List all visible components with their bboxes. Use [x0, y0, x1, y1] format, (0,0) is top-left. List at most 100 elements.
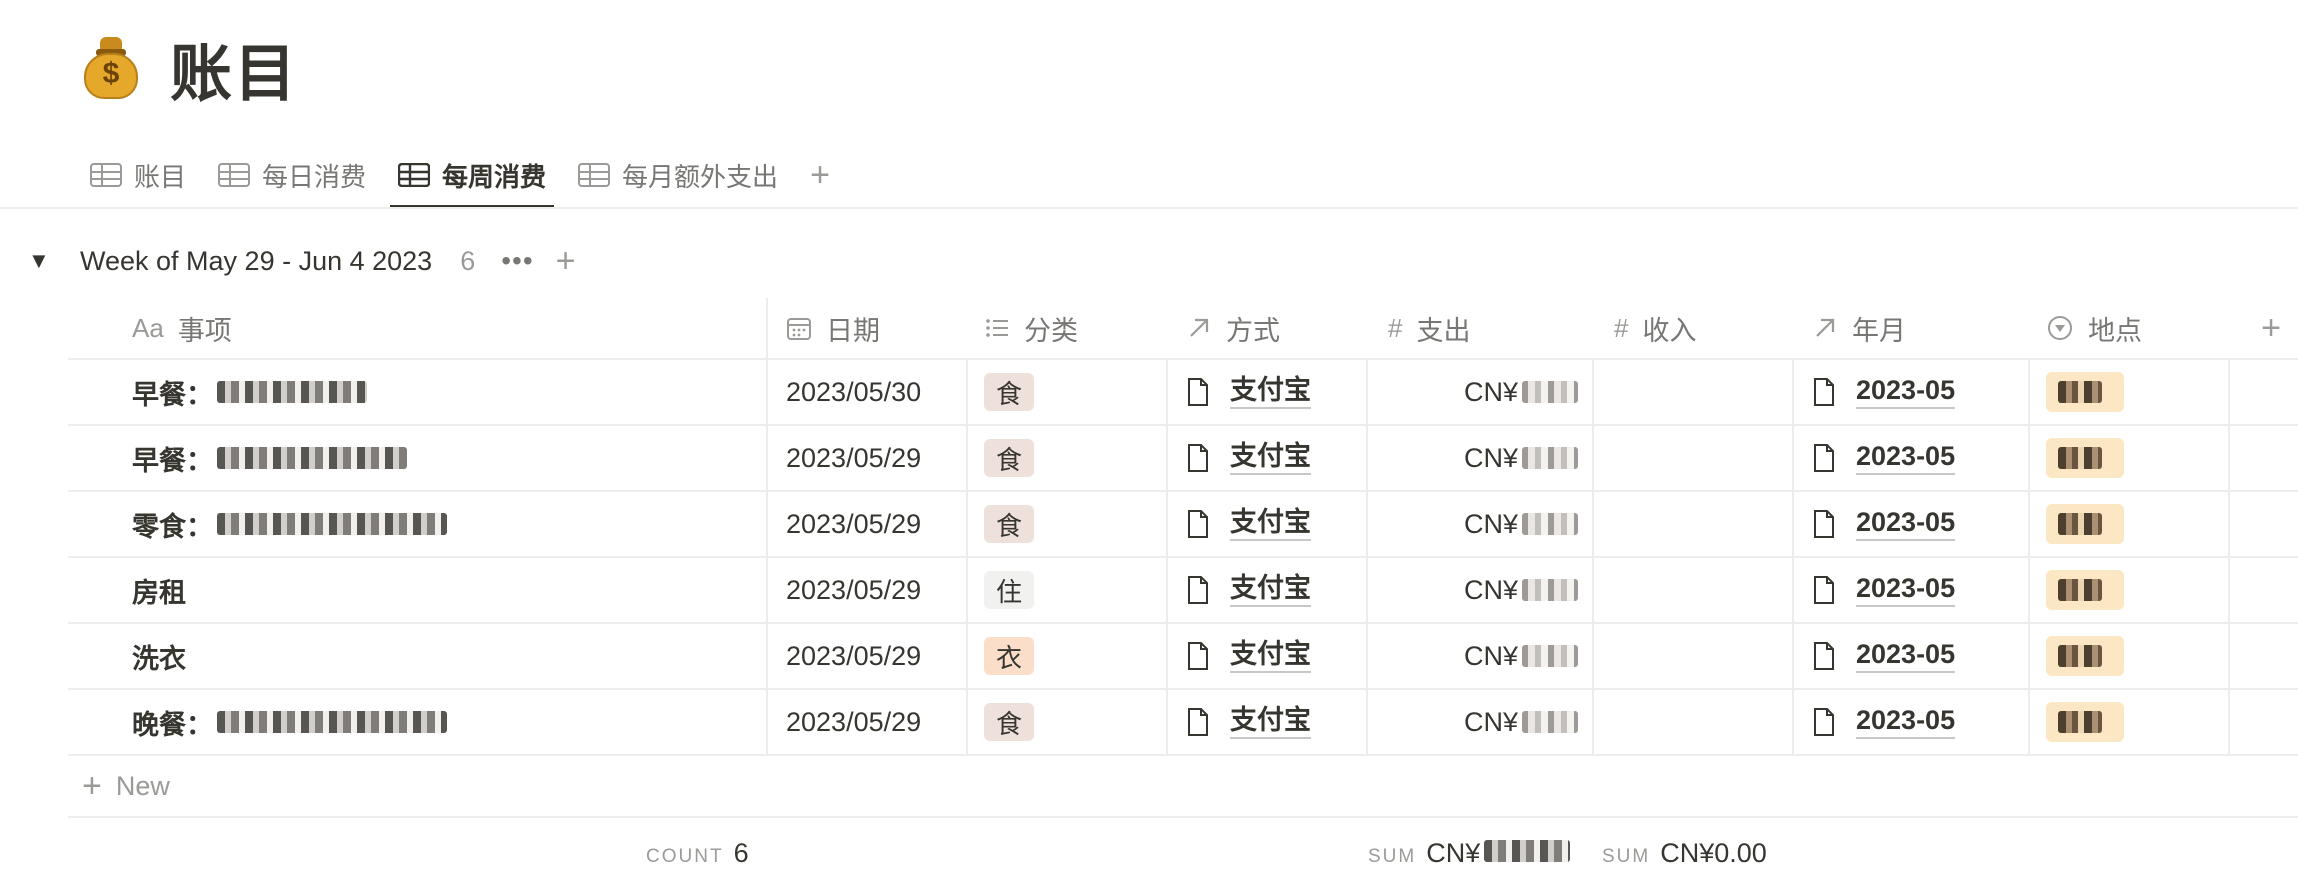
category-cell[interactable]: 住 — [968, 558, 1168, 622]
method-cell[interactable]: 支付宝 — [1168, 624, 1368, 688]
column-label: 分类 — [1024, 315, 1078, 346]
category-cell[interactable]: 衣 — [968, 624, 1168, 688]
location-cell[interactable] — [2030, 558, 2230, 622]
column-header-expense[interactable]: # 支出 — [1368, 298, 1594, 358]
yearmonth-cell[interactable]: 2023-05 — [1794, 690, 2030, 754]
yearmonth-link[interactable]: 2023-05 — [1856, 441, 1956, 475]
date-cell[interactable]: 2023/05/29 — [768, 558, 968, 622]
yearmonth-cell[interactable]: 2023-05 — [1794, 426, 2030, 490]
name-cell[interactable]: 早餐： — [68, 360, 768, 424]
tab-daily[interactable]: 每日消费 — [210, 142, 374, 208]
name-cell[interactable]: 洗衣 — [68, 624, 768, 688]
name-cell[interactable]: 零食： — [68, 492, 768, 556]
name-cell[interactable]: 房租 — [68, 558, 768, 622]
category-cell[interactable]: 食 — [968, 492, 1168, 556]
date-text: 2023/05/30 — [786, 376, 922, 407]
income-cell[interactable] — [1594, 558, 1794, 622]
yearmonth-link[interactable]: 2023-05 — [1856, 375, 1956, 409]
method-link[interactable]: 支付宝 — [1230, 375, 1311, 409]
calc-label: COUNT — [646, 846, 724, 867]
date-cell[interactable]: 2023/05/29 — [768, 492, 968, 556]
page-title[interactable]: 账目 — [170, 23, 298, 113]
add-view-button[interactable]: + — [802, 142, 838, 208]
column-header-name[interactable]: Aa 事项 — [68, 298, 768, 358]
table-row[interactable]: 早餐： 2023/05/29 食 支付宝 CN¥ 2023-05 — [68, 426, 2298, 492]
table-row[interactable]: 房租 2023/05/29 住 支付宝 CN¥ 2023-05 — [68, 558, 2298, 624]
yearmonth-cell[interactable]: 2023-05 — [1794, 624, 2030, 688]
add-property-button[interactable]: + — [2230, 298, 2298, 358]
expense-cell[interactable]: CN¥ — [1368, 558, 1594, 622]
money-bag-icon[interactable]: $ — [82, 35, 140, 101]
more-options-icon[interactable]: ••• — [501, 245, 533, 277]
yearmonth-cell[interactable]: 2023-05 — [1794, 558, 2030, 622]
yearmonth-link[interactable]: 2023-05 — [1856, 639, 1956, 673]
method-cell[interactable]: 支付宝 — [1168, 690, 1368, 754]
table-row[interactable]: 洗衣 2023/05/29 衣 支付宝 CN¥ 2023-05 — [68, 624, 2298, 690]
income-cell[interactable] — [1594, 360, 1794, 424]
expense-cell[interactable]: CN¥ — [1368, 690, 1594, 754]
method-cell[interactable]: 支付宝 — [1168, 558, 1368, 622]
location-cell[interactable] — [2030, 492, 2230, 556]
name-cell[interactable]: 晚餐： — [68, 690, 768, 754]
calc-value: 6 — [733, 838, 749, 868]
column-header-location[interactable]: 地点 — [2030, 298, 2230, 358]
expense-cell[interactable]: CN¥ — [1368, 426, 1594, 490]
expense-cell[interactable]: CN¥ — [1368, 624, 1594, 688]
tab-monthly-extra[interactable]: 每月额外支出 — [570, 142, 786, 208]
method-cell[interactable]: 支付宝 — [1168, 426, 1368, 490]
income-cell[interactable] — [1594, 624, 1794, 688]
yearmonth-cell[interactable]: 2023-05 — [1794, 360, 2030, 424]
date-cell[interactable]: 2023/05/29 — [768, 624, 968, 688]
new-row-button[interactable]: + New — [68, 756, 2298, 818]
method-link[interactable]: 支付宝 — [1230, 507, 1311, 541]
location-cell[interactable] — [2030, 360, 2230, 424]
method-link[interactable]: 支付宝 — [1230, 441, 1311, 475]
category-cell[interactable]: 食 — [968, 426, 1168, 490]
expense-sum-calculation[interactable]: SUM CN¥ — [1368, 838, 1571, 869]
location-cell[interactable] — [2030, 690, 2230, 754]
expense-cell[interactable]: CN¥ — [1368, 492, 1594, 556]
column-header-income[interactable]: # 收入 — [1594, 298, 1794, 358]
name-cell[interactable]: 早餐： — [68, 426, 768, 490]
group-add-button[interactable]: + — [556, 242, 576, 281]
income-cell[interactable] — [1594, 426, 1794, 490]
count-calculation[interactable]: COUNT 6 — [646, 838, 749, 869]
column-header-yearmonth[interactable]: 年月 — [1794, 298, 2030, 358]
location-cell[interactable] — [2030, 624, 2230, 688]
tab-accounts[interactable]: 账目 — [82, 142, 194, 208]
view-tabs: 账目 每日消费 每周消费 每月额外支出 + — [82, 142, 838, 208]
tab-label: 每月额外支出 — [622, 161, 779, 192]
category-tag: 食 — [984, 439, 1034, 477]
expense-text: CN¥ — [1463, 574, 1518, 605]
method-link[interactable]: 支付宝 — [1230, 573, 1311, 607]
income-cell[interactable] — [1594, 492, 1794, 556]
category-cell[interactable]: 食 — [968, 690, 1168, 754]
expense-cell[interactable]: CN¥ — [1368, 360, 1594, 424]
column-header-category[interactable]: 分类 — [968, 298, 1168, 358]
table-icon — [90, 163, 122, 187]
category-cell[interactable]: 食 — [968, 360, 1168, 424]
location-cell[interactable] — [2030, 426, 2230, 490]
method-cell[interactable]: 支付宝 — [1168, 360, 1368, 424]
method-link[interactable]: 支付宝 — [1230, 639, 1311, 673]
yearmonth-link[interactable]: 2023-05 — [1856, 573, 1956, 607]
income-cell[interactable] — [1594, 690, 1794, 754]
date-cell[interactable]: 2023/05/30 — [768, 360, 968, 424]
expense-text: CN¥ — [1463, 508, 1518, 539]
table-row[interactable]: 早餐： 2023/05/30 食 支付宝 CN¥ 2023-05 — [68, 360, 2298, 426]
yearmonth-link[interactable]: 2023-05 — [1856, 705, 1956, 739]
date-cell[interactable]: 2023/05/29 — [768, 690, 968, 754]
collapse-triangle-icon[interactable]: ▼ — [28, 248, 80, 274]
tab-weekly[interactable]: 每周消费 — [390, 142, 555, 208]
income-sum-calculation[interactable]: SUM CN¥0.00 — [1602, 838, 1767, 869]
yearmonth-link[interactable]: 2023-05 — [1856, 507, 1956, 541]
table-row[interactable]: 零食： 2023/05/29 食 支付宝 CN¥ 2023-05 — [68, 492, 2298, 558]
table-row[interactable]: 晚餐： 2023/05/29 食 支付宝 CN¥ 2023-05 — [68, 690, 2298, 756]
date-cell[interactable]: 2023/05/29 — [768, 426, 968, 490]
page-icon — [1188, 708, 1208, 736]
method-link[interactable]: 支付宝 — [1230, 705, 1311, 739]
method-cell[interactable]: 支付宝 — [1168, 492, 1368, 556]
column-header-method[interactable]: 方式 — [1168, 298, 1368, 358]
column-header-date[interactable]: 日期 — [768, 298, 968, 358]
yearmonth-cell[interactable]: 2023-05 — [1794, 492, 2030, 556]
